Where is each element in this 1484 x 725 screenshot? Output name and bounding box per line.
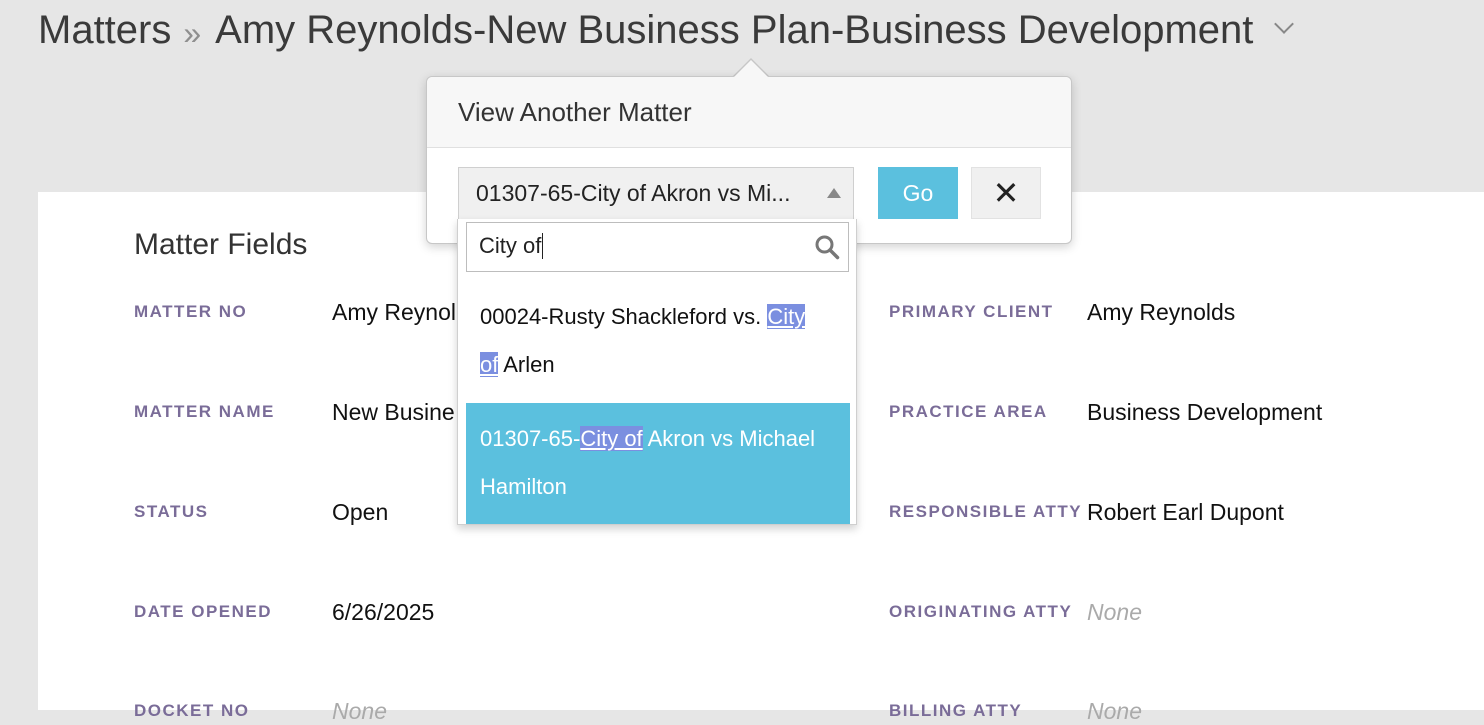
chevron-down-icon[interactable] (1274, 14, 1295, 34)
field-value-status: Open (332, 499, 389, 525)
dropdown-search-field[interactable]: City of (466, 222, 849, 272)
popover-header: View Another Matter (427, 77, 1071, 148)
field-value-docket-no: None (332, 698, 387, 724)
field-value-responsible-atty: Robert Earl Dupont (1087, 499, 1284, 525)
breadcrumb-separator: » (183, 14, 202, 51)
close-button[interactable]: ✕ (971, 167, 1041, 219)
match-highlight: of (480, 352, 499, 377)
popover-title: View Another Matter (458, 97, 692, 127)
search-icon (815, 235, 840, 260)
field-value-primary-client: Amy Reynolds (1087, 299, 1236, 325)
dropdown-option-selected[interactable]: 01307-65-City of Akron vs Michael Hamilt… (466, 403, 850, 524)
matter-select-value: 01307-65-City of Akron vs Mi... (476, 180, 791, 206)
field-label-practice-area: PRACTICE AREA (889, 402, 1048, 421)
field-label-responsible-atty: RESPONSIBLE ATTY (889, 502, 1083, 521)
matter-select[interactable]: 01307-65-City of Akron vs Mi... (458, 167, 854, 219)
dropdown-search-input[interactable]: City of (479, 233, 544, 259)
field-label-primary-client: PRIMARY CLIENT (889, 302, 1054, 321)
field-label-originating-atty: ORIGINATING ATTY (889, 602, 1073, 621)
matter-select-dropdown: City of 00024-Rusty Shackleford vs. City… (457, 219, 857, 525)
field-value-practice-area: Business Development (1087, 399, 1323, 425)
dropdown-option[interactable]: 00024-Rusty Shackleford vs. City of Arlen (466, 293, 850, 389)
field-label-billing-atty: BILLING ATTY (889, 701, 1023, 720)
match-highlight: City of (580, 426, 643, 451)
field-label-date-opened: DATE OPENED (134, 602, 273, 621)
field-value-date-opened: 6/26/2025 (332, 599, 435, 625)
close-icon: ✕ (992, 175, 1020, 211)
field-label-docket-no: DOCKET NO (134, 701, 250, 720)
section-title: Matter Fields (134, 228, 308, 261)
go-button[interactable]: Go (878, 167, 958, 219)
caret-up-icon (827, 188, 841, 198)
field-value-matter-no: Amy Reynol (332, 299, 456, 325)
popover-arrow-fill (733, 60, 769, 78)
field-label-matter-no: MATTER NO (134, 302, 248, 321)
match-highlight: City (767, 304, 806, 329)
field-label-status: STATUS (134, 502, 209, 521)
field-value-billing-atty: None (1087, 698, 1142, 724)
field-value-matter-name: New Busine (332, 399, 455, 425)
breadcrumb: Matters » Amy Reynolds-New Business Plan… (38, 4, 1295, 56)
page-title: Amy Reynolds-New Business Plan-Business … (215, 7, 1254, 52)
breadcrumb-root-link[interactable]: Matters (38, 8, 171, 53)
field-label-matter-name: MATTER NAME (134, 402, 275, 421)
field-value-originating-atty: None (1087, 599, 1142, 625)
